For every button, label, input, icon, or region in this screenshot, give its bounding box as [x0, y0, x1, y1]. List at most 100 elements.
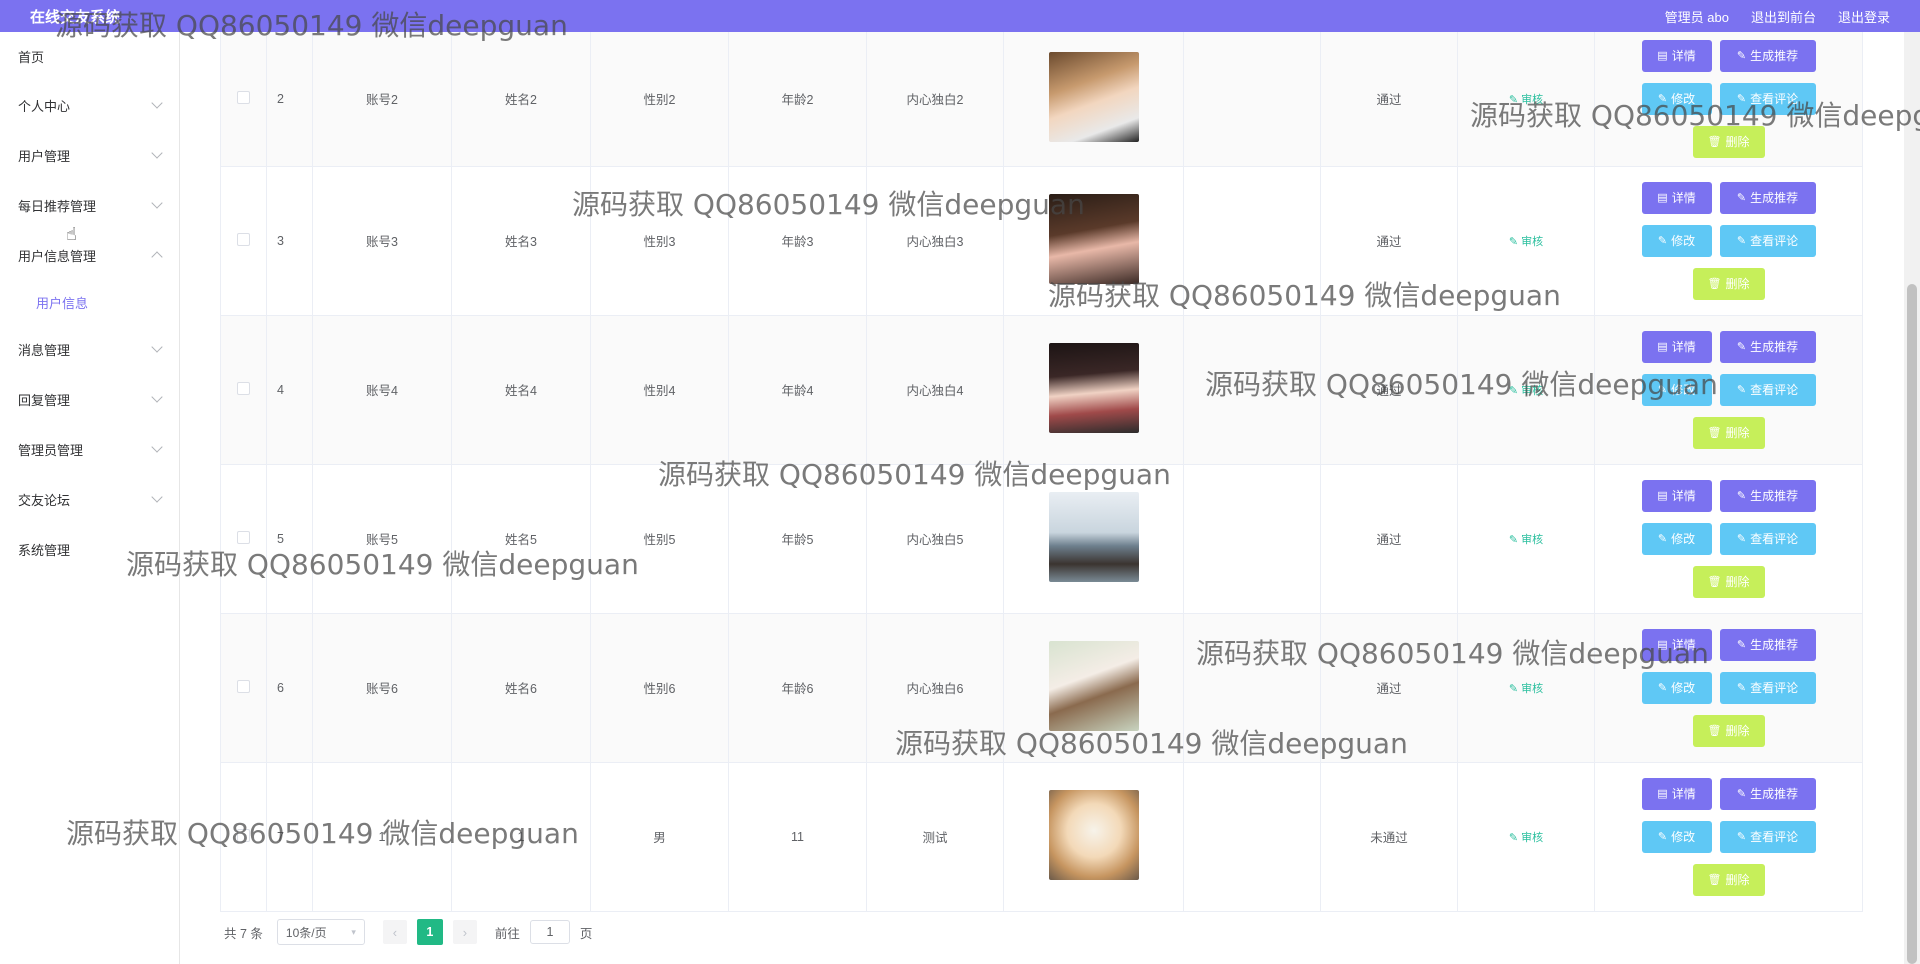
view-comments-button[interactable]: ✎ 查看评论: [1719, 820, 1816, 853]
goto-page-input[interactable]: 1: [529, 920, 570, 944]
audit-cell: ✎ 审核: [1457, 315, 1595, 465]
detail-button[interactable]: ▤ 详情: [1641, 181, 1712, 214]
next-page-button[interactable]: ›: [452, 920, 477, 944]
view-comments-button[interactable]: ✎ 查看评论: [1719, 522, 1816, 555]
generate-recommend-button[interactable]: ✎ 生成推荐: [1719, 39, 1816, 72]
trash-icon: 🗑: [1707, 136, 1722, 149]
page-size-select[interactable]: 10条/页 ▾: [276, 919, 365, 945]
vertical-scrollbar[interactable]: [1904, 32, 1920, 964]
delete-button[interactable]: 🗑 删除: [1692, 565, 1765, 598]
detail-button[interactable]: ▤ 详情: [1641, 479, 1712, 512]
audit-link[interactable]: ✎ 审核: [1509, 832, 1543, 844]
sidebar-item-user-management[interactable]: 用户管理: [0, 130, 179, 180]
generate-label: 生成推荐: [1750, 638, 1799, 652]
detail-button[interactable]: ▤ 详情: [1641, 777, 1712, 810]
delete-button[interactable]: 🗑 删除: [1692, 863, 1765, 896]
page-number-current[interactable]: 1: [416, 919, 443, 945]
edit-button[interactable]: ✎ 修改: [1641, 820, 1712, 853]
user-photo[interactable]: [1048, 194, 1139, 284]
account-cell: 账号4: [312, 315, 452, 465]
edit-button[interactable]: ✎ 修改: [1641, 373, 1712, 406]
generate-recommend-button[interactable]: ✎ 生成推荐: [1719, 777, 1816, 810]
table-row: 3 账号3 姓名3 性别3 年龄3 内心独白3 通过 ✎ 审核 ▤ 详情 ✎ 生成推荐 ✎ 修改 ✎ 查看评论…: [220, 166, 1863, 316]
sidebar-item-home[interactable]: 首页: [0, 32, 179, 80]
row-checkbox[interactable]: [237, 232, 250, 246]
sidebar-item-daily-recommend[interactable]: 每日推荐管理: [0, 180, 179, 230]
empty-cell: [1183, 464, 1321, 614]
user-photo[interactable]: [1048, 492, 1139, 582]
row-index: 5: [266, 464, 313, 614]
generate-recommend-button[interactable]: ✎ 生成推荐: [1719, 330, 1816, 363]
edit-icon: ✎: [1657, 384, 1668, 396]
edit-icon: ✎: [1508, 384, 1522, 397]
row-index: 4: [266, 315, 313, 465]
view-comments-button[interactable]: ✎ 查看评论: [1719, 82, 1816, 115]
row-index: 3: [266, 166, 313, 316]
user-photo[interactable]: [1048, 790, 1139, 880]
trash-icon: 🗑: [1707, 427, 1722, 439]
row-index: 6: [266, 613, 313, 763]
audit-cell: ✎ 审核: [1457, 464, 1595, 614]
audit-link[interactable]: ✎ 审核: [1509, 534, 1543, 546]
audit-link[interactable]: ✎ 审核: [1509, 683, 1543, 695]
comments-label: 查看评论: [1750, 234, 1799, 248]
row-checkbox[interactable]: [237, 381, 250, 395]
edit-button[interactable]: ✎ 修改: [1641, 82, 1712, 115]
empty-cell: [1183, 315, 1321, 465]
sidebar-item-forum[interactable]: 交友论坛: [0, 474, 179, 524]
edit-icon: ✎: [1736, 93, 1747, 106]
detail-label: 详情: [1671, 191, 1696, 205]
logout-link[interactable]: 退出登录: [1838, 7, 1890, 26]
user-photo[interactable]: [1048, 641, 1139, 731]
edit-button[interactable]: ✎ 修改: [1641, 522, 1712, 555]
sidebar-item-personal-center[interactable]: 个人中心: [0, 80, 179, 130]
audit-cell: ✎ 审核: [1457, 32, 1595, 167]
sidebar-item-system[interactable]: 系统管理: [0, 524, 179, 574]
row-checkbox[interactable]: [237, 828, 250, 842]
edit-icon: ✎: [1508, 93, 1522, 106]
edit-icon: ✎: [1736, 50, 1747, 63]
back-to-frontend-link[interactable]: 退出到前台: [1751, 7, 1816, 26]
sidebar-item-admins[interactable]: 管理员管理: [0, 424, 179, 474]
detail-label: 详情: [1671, 489, 1696, 503]
sidebar-item-user-info-management[interactable]: 用户信息管理: [0, 230, 179, 280]
delete-button[interactable]: 🗑 删除: [1692, 267, 1765, 300]
row-checkbox[interactable]: [237, 679, 250, 693]
actions-cell: ▤ 详情 ✎ 生成推荐 ✎ 修改 ✎ 查看评论 🗑 删除: [1594, 315, 1863, 465]
generate-recommend-button[interactable]: ✎ 生成推荐: [1719, 628, 1816, 661]
edit-button[interactable]: ✎ 修改: [1641, 224, 1712, 257]
audit-link[interactable]: ✎ 审核: [1509, 94, 1543, 106]
edit-button[interactable]: ✎ 修改: [1641, 671, 1712, 704]
detail-button[interactable]: ▤ 详情: [1641, 330, 1712, 363]
sidebar-subitem-user-info[interactable]: 用户信息: [0, 280, 179, 324]
chevron-down-icon: [151, 341, 163, 353]
view-comments-button[interactable]: ✎ 查看评论: [1719, 671, 1816, 704]
detail-button[interactable]: ▤ 详情: [1641, 39, 1712, 72]
view-comments-button[interactable]: ✎ 查看评论: [1719, 373, 1816, 406]
detail-button[interactable]: ▤ 详情: [1641, 628, 1712, 661]
sidebar-item-messages[interactable]: 消息管理: [0, 324, 179, 374]
trash-icon: 🗑: [1707, 576, 1722, 588]
row-select-cell: [220, 762, 267, 912]
chevron-right-icon: ›: [462, 924, 468, 940]
account-cell: 1: [312, 762, 452, 912]
user-photo[interactable]: [1048, 343, 1139, 433]
delete-button[interactable]: 🗑 删除: [1692, 125, 1765, 158]
trash-icon: 🗑: [1707, 874, 1722, 886]
user-photo[interactable]: [1048, 52, 1139, 143]
app-title: 在线交友系统: [30, 8, 121, 26]
generate-recommend-button[interactable]: ✎ 生成推荐: [1719, 479, 1816, 512]
delete-button[interactable]: 🗑 删除: [1692, 714, 1765, 747]
prev-page-button[interactable]: ‹: [382, 920, 407, 944]
edit-icon: ✎: [1736, 682, 1747, 694]
audit-link[interactable]: ✎ 审核: [1509, 236, 1543, 248]
delete-button[interactable]: 🗑 删除: [1692, 416, 1765, 449]
trash-icon: 🗑: [1707, 278, 1722, 290]
row-checkbox[interactable]: [237, 530, 250, 544]
scrollbar-thumb[interactable]: [1907, 284, 1917, 964]
sidebar-item-replies[interactable]: 回复管理: [0, 374, 179, 424]
view-comments-button[interactable]: ✎ 查看评论: [1719, 224, 1816, 257]
audit-link[interactable]: ✎ 审核: [1509, 385, 1543, 397]
generate-recommend-button[interactable]: ✎ 生成推荐: [1719, 181, 1816, 214]
row-checkbox[interactable]: [237, 90, 250, 104]
